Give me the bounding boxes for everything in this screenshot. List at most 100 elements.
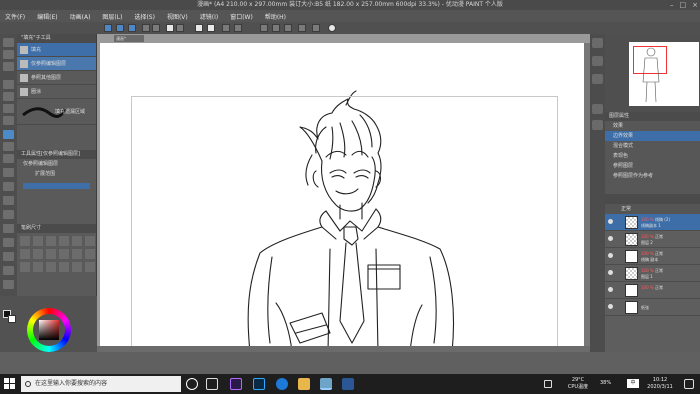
menu-file[interactable]: 文件(F) xyxy=(5,12,25,21)
brush-size-preset[interactable] xyxy=(20,236,30,246)
eraser-tool-icon[interactable] xyxy=(3,154,14,163)
fill-tool-icon[interactable] xyxy=(3,130,14,139)
layer-property-row[interactable]: 表现色 xyxy=(605,151,700,161)
minimize-icon[interactable]: – xyxy=(670,0,674,10)
crop-icon[interactable] xyxy=(234,24,242,32)
tray-app-icon[interactable] xyxy=(544,380,552,388)
property-row[interactable]: 仅参照编辑图层 xyxy=(17,159,96,169)
brush-size-preset[interactable] xyxy=(72,249,82,259)
info-icon[interactable] xyxy=(592,74,603,84)
premiere-icon[interactable] xyxy=(230,378,242,390)
blend-mode-select[interactable]: 正常 xyxy=(605,204,700,214)
snap-grid-icon[interactable] xyxy=(272,24,280,32)
snap-special-icon[interactable] xyxy=(284,24,292,32)
brush-size-preset[interactable] xyxy=(20,262,30,272)
brush-size-preset[interactable] xyxy=(85,249,95,259)
menu-animation[interactable]: 动画(A) xyxy=(70,12,91,21)
menu-help[interactable]: 帮助(H) xyxy=(265,12,286,21)
rotate-tool-icon[interactable] xyxy=(3,280,14,289)
brush-tool-icon[interactable] xyxy=(3,116,14,125)
subtool-item-other-layers[interactable]: 参照其他图层 xyxy=(17,71,96,85)
eye-icon[interactable] xyxy=(608,270,613,275)
pen-tool-icon[interactable] xyxy=(3,92,14,101)
word-icon[interactable] xyxy=(342,378,354,390)
layer-row[interactable]: 100 % 正常 xyxy=(605,282,700,299)
undo-icon[interactable] xyxy=(142,24,150,32)
layer-property-row[interactable]: 边界效果 xyxy=(605,131,700,141)
move-tool-icon[interactable] xyxy=(3,50,14,59)
layer-property-row[interactable]: 混合模式 xyxy=(605,141,700,151)
fill-icon[interactable] xyxy=(176,24,184,32)
open-file-icon[interactable] xyxy=(116,24,124,32)
property-row[interactable]: 扩展范围 xyxy=(17,169,96,179)
file-explorer-icon[interactable] xyxy=(298,378,310,390)
close-icon[interactable]: × xyxy=(692,0,698,10)
frame-tool-icon[interactable] xyxy=(3,196,14,205)
brush-size-preset[interactable] xyxy=(33,236,43,246)
transform-icon[interactable] xyxy=(222,24,230,32)
menu-layer[interactable]: 图层(L) xyxy=(102,12,122,21)
learn-icon[interactable] xyxy=(312,24,320,32)
blend-tool-icon[interactable] xyxy=(3,168,14,177)
brush-size-preset[interactable] xyxy=(20,249,30,259)
layer-row[interactable]: 100 % 正常 图层 1 xyxy=(605,265,700,282)
help-icon[interactable] xyxy=(328,24,336,32)
balloon-tool-icon[interactable] xyxy=(3,238,14,247)
task-view-icon[interactable] xyxy=(206,378,218,390)
canvas-tab[interactable]: 漫画* xyxy=(114,35,144,42)
subtool-item-fill[interactable]: 填充 xyxy=(17,43,96,57)
paint-app-icon[interactable] xyxy=(320,378,332,390)
menu-filter[interactable]: 滤镜(I) xyxy=(200,12,218,21)
brush-size-preset[interactable] xyxy=(46,249,56,259)
eye-icon[interactable] xyxy=(608,304,613,309)
clear-icon[interactable] xyxy=(166,24,174,32)
material-icon[interactable] xyxy=(592,104,603,114)
notification-icon[interactable] xyxy=(684,379,694,389)
brush-size-preset[interactable] xyxy=(46,236,56,246)
save-icon[interactable] xyxy=(128,24,136,32)
photoshop-icon[interactable] xyxy=(253,378,265,390)
sub-color-swatch[interactable] xyxy=(8,315,16,323)
text-tool-icon[interactable] xyxy=(3,224,14,233)
zoom-tool-icon[interactable] xyxy=(3,38,14,47)
menu-edit[interactable]: 编辑(E) xyxy=(37,12,57,21)
menu-view[interactable]: 视图(V) xyxy=(167,12,188,21)
brush-size-preset[interactable] xyxy=(85,262,95,272)
subview-icon[interactable] xyxy=(592,56,603,66)
edge-icon[interactable] xyxy=(276,378,288,390)
layer-row[interactable]: 100 % 线稿 (2) 线稿副本 1 xyxy=(605,214,700,231)
layer-row[interactable]: 纸张 xyxy=(605,299,700,316)
color-wheel[interactable] xyxy=(27,308,71,352)
layer-row[interactable]: 100 % 正常 图层 2 xyxy=(605,231,700,248)
windows-start-icon[interactable] xyxy=(4,378,16,390)
brush-size-preset[interactable] xyxy=(46,262,56,272)
eye-icon[interactable] xyxy=(608,236,613,241)
ruler-tool-icon[interactable] xyxy=(3,210,14,219)
brush-size-preset[interactable] xyxy=(72,236,82,246)
eye-icon[interactable] xyxy=(608,253,613,258)
figure-tool-icon[interactable] xyxy=(3,182,14,191)
subtool-item-edit-layer[interactable]: 仅参照编辑图层 xyxy=(17,57,96,71)
layer-property-row[interactable]: 参照图层 xyxy=(605,161,700,171)
hand-tool-icon[interactable] xyxy=(3,266,14,275)
ime-indicator[interactable]: 中 xyxy=(627,379,639,388)
eyedropper-icon[interactable] xyxy=(3,80,14,89)
system-clock[interactable]: 10:12 2020/3/11 xyxy=(642,377,678,391)
cortana-icon[interactable] xyxy=(186,378,198,390)
menu-select[interactable]: 选择(S) xyxy=(134,12,155,21)
layer-property-row[interactable]: 效果 xyxy=(605,121,700,131)
saturation-square[interactable] xyxy=(39,320,59,340)
new-file-icon[interactable] xyxy=(104,24,112,32)
menu-window[interactable]: 窗口(W) xyxy=(230,12,253,21)
deselect-icon[interactable] xyxy=(195,24,203,32)
brush-size-preset[interactable] xyxy=(59,262,69,272)
eye-icon[interactable] xyxy=(608,219,613,224)
weather-widget[interactable]: 29°C CPU温度 xyxy=(563,377,593,391)
navigator-icon[interactable] xyxy=(592,38,603,48)
expand-slider[interactable] xyxy=(23,183,90,189)
taskbar-search[interactable]: 在这里输入你要搜索的内容 xyxy=(21,376,181,392)
settings-icon[interactable] xyxy=(298,24,306,32)
brush-size-preset[interactable] xyxy=(59,249,69,259)
select-tool-icon[interactable] xyxy=(3,62,14,71)
pencil-tool-icon[interactable] xyxy=(3,104,14,113)
